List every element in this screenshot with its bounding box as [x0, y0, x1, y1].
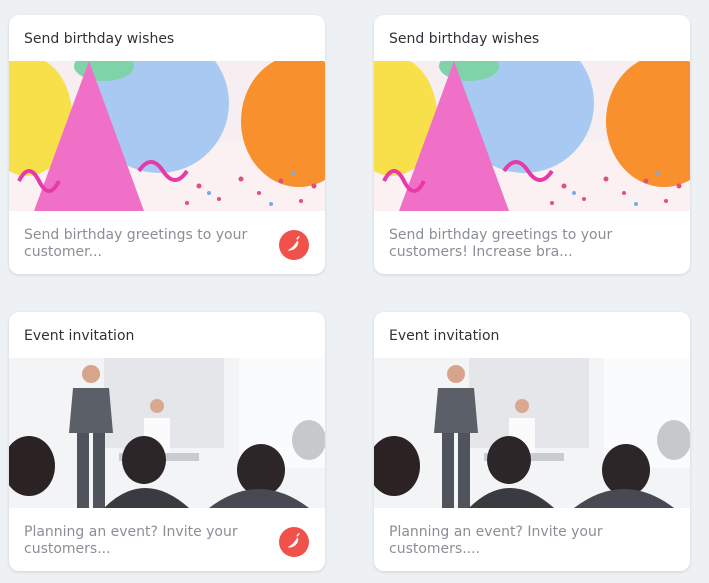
card-image [374, 61, 690, 211]
card-title: Send birthday wishes [24, 31, 175, 47]
card-description: Send birthday greetings to your customer… [24, 227, 248, 260]
card-title: Send birthday wishes [389, 31, 540, 47]
card-title: Event invitation [389, 328, 500, 344]
card-image [9, 358, 325, 508]
card-birthday-1[interactable]: Send birthday wishes Send birthday greet… [9, 15, 325, 274]
card-event-1[interactable]: Event invitation Planning an event? Invi… [9, 312, 325, 571]
card-birthday-2[interactable]: Send birthday wishes Send birthday greet… [374, 15, 690, 274]
card-description: Send birthday greetings to your customer… [389, 227, 613, 260]
card-event-2[interactable]: Event invitation Planning an event? Invi… [374, 312, 690, 571]
card-title: Event invitation [24, 328, 135, 344]
chili-pepper-icon [279, 230, 309, 260]
card-description: Planning an event? Invite your customers… [389, 524, 603, 557]
card-description: Planning an event? Invite your customers… [24, 524, 238, 557]
chili-pepper-icon [279, 527, 309, 557]
card-image [374, 358, 690, 508]
card-image [9, 61, 325, 211]
